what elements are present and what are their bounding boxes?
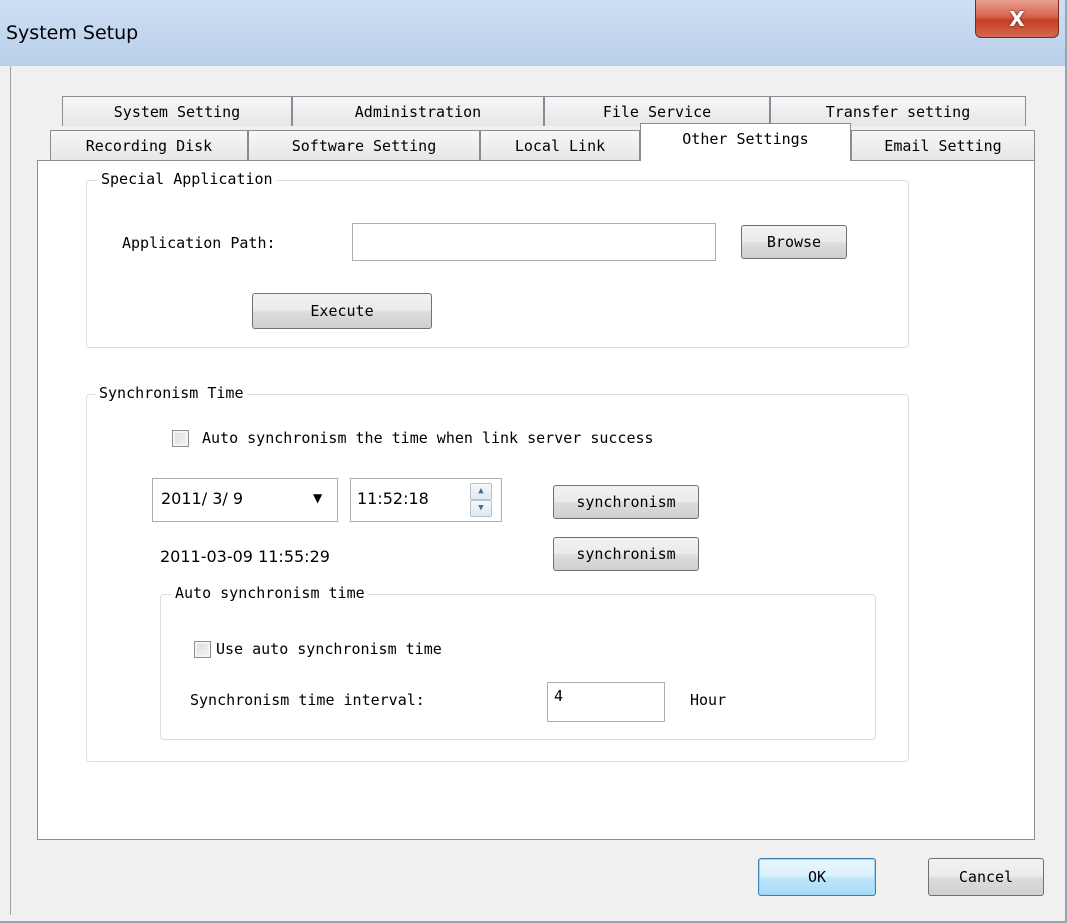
browse-button-label: Browse [766,233,822,251]
close-button[interactable]: X [975,0,1059,38]
time-value: 11:52:18 [357,489,429,508]
auto-synchronism-time-group [160,594,876,740]
application-path-label: Application Path: [122,234,276,252]
application-path-input[interactable] [352,223,716,261]
system-setup-dialog: System Setup X System Setting Administra… [0,0,1067,923]
synchronism-button-label: synchronism [576,545,676,563]
tab-file-service[interactable]: File Service [544,96,770,126]
special-application-group [86,180,909,348]
arrow-down-icon[interactable]: ▼ [470,500,492,517]
synchronism-time-caption: Synchronism Time [96,384,247,402]
sync-interval-input[interactable]: 4 [547,682,665,722]
window-title: System Setup [6,22,139,44]
tab-system-setting[interactable]: System Setting [62,96,292,126]
sync-interval-label: Synchronism time interval: [190,691,425,709]
tab-label: Local Link [514,137,606,155]
synchronism-button-1[interactable]: synchronism [553,485,699,519]
sync-interval-unit: Hour [690,691,727,709]
browse-button[interactable]: Browse [741,225,847,259]
tab-label: System Setting [113,103,241,121]
chevron-down-icon[interactable]: ▼ [313,491,322,505]
server-datetime: 2011-03-09 11:55:29 [160,547,330,566]
tab-administration[interactable]: Administration [292,96,544,126]
cancel-button-label: Cancel [958,868,1014,886]
tab-email-setting[interactable]: Email Setting [851,130,1035,160]
tab-label: Recording Disk [85,137,213,155]
execute-button-label: Execute [310,302,374,320]
execute-button[interactable]: Execute [252,293,432,329]
tab-label: Administration [354,103,482,121]
tab-label: Software Setting [291,137,437,155]
tab-label: Transfer setting [825,103,971,121]
tab-label: Other Settings [682,130,809,148]
arrow-up-icon[interactable]: ▲ [470,483,492,500]
auto-synchronism-time-caption: Auto synchronism time [172,584,368,602]
tab-recording-disk[interactable]: Recording Disk [50,130,248,160]
tab-label: Email Setting [884,137,1002,155]
use-auto-sync-label: Use auto synchronism time [216,640,442,658]
auto-sync-on-link-checkbox[interactable] [172,430,189,447]
tab-local-link[interactable]: Local Link [480,130,640,160]
synchronism-button-label: synchronism [576,493,676,511]
tab-transfer-setting[interactable]: Transfer setting [770,96,1026,126]
use-auto-sync-checkbox[interactable] [194,641,211,658]
tab-software-setting[interactable]: Software Setting [248,130,480,160]
tab-other-settings[interactable]: Other Settings [640,123,851,161]
ok-button[interactable]: OK [758,858,876,896]
ok-button-label: OK [807,868,827,886]
auto-sync-on-link-label: Auto synchronism the time when link serv… [202,429,654,447]
special-application-caption: Special Application [98,170,276,188]
date-value: 2011/ 3/ 9 [161,489,244,508]
date-picker[interactable]: 2011/ 3/ 9 ▼ [152,478,338,522]
title-bar: System Setup X [0,0,1065,66]
tab-label: File Service [602,103,712,121]
cancel-button[interactable]: Cancel [928,858,1044,896]
synchronism-button-2[interactable]: synchronism [553,537,699,571]
close-icon: X [1009,6,1025,31]
